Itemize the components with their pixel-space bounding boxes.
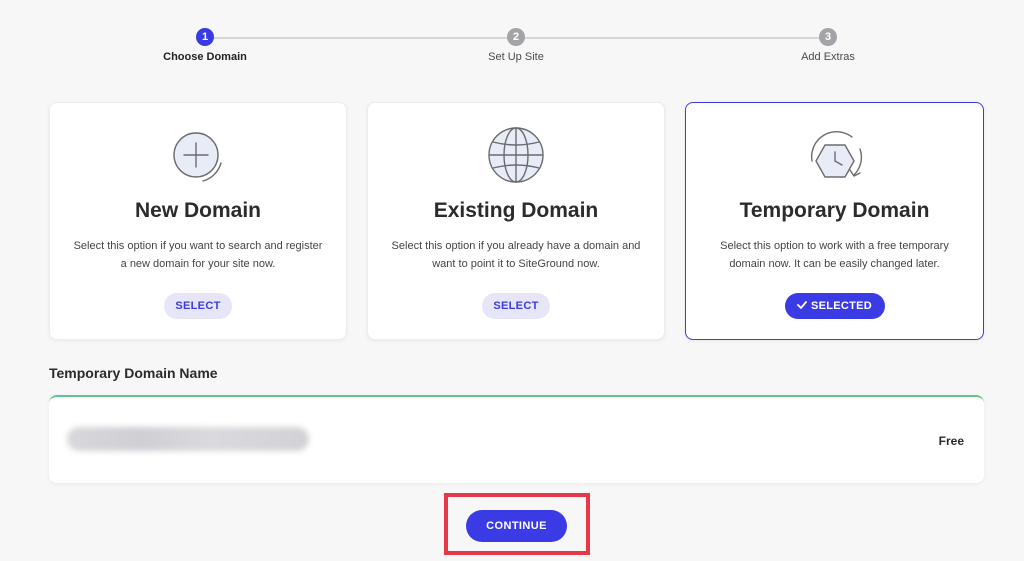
card-title: Existing Domain [433,199,599,222]
step-label: Set Up Site [488,51,544,63]
step-choose-domain[interactable]: 1 Choose Domain [125,28,285,63]
card-description: Select this option to work with a free t… [720,240,949,270]
continue-button[interactable]: CONTINUE [466,510,567,542]
plus-circle-icon [173,132,222,182]
select-new-domain-button[interactable]: SELECT [164,293,232,319]
card-title: New Domain [134,199,262,222]
step-label: Choose Domain [163,51,247,63]
select-existing-domain-button[interactable]: SELECT [482,293,550,319]
progress-stepper: 1 Choose Domain 2 Set Up Site 3 Add Extr… [0,0,1024,80]
selected-temporary-domain-button[interactable]: SELECTED [784,293,885,319]
price-label: Free [938,434,964,448]
card-description: Select this option if you want to search… [73,240,323,270]
clock-icon [810,131,862,178]
card-description: Select this option if you already have a… [391,240,641,270]
step-set-up-site: 2 Set Up Site [436,28,596,63]
step-number: 3 [819,28,837,46]
card-title: Temporary Domain [739,199,930,222]
globe-icon [488,127,544,183]
blurred-domain-name [67,427,309,451]
step-add-extras: 3 Add Extras [748,28,908,63]
step-number: 1 [196,28,214,46]
temporary-domain-card[interactable]: Temporary Domain Select this option to w… [685,102,984,340]
temporary-domain-field: Free [49,395,984,483]
step-number: 2 [507,28,525,46]
step-label: Add Extras [801,51,855,63]
existing-domain-card[interactable]: Existing Domain Select this option if yo… [367,102,665,340]
new-domain-card[interactable]: New Domain Select this option if you wan… [49,102,347,340]
section-title: Temporary Domain Name [49,365,218,381]
check-icon [797,301,807,309]
button-label: SELECTED [810,300,873,312]
